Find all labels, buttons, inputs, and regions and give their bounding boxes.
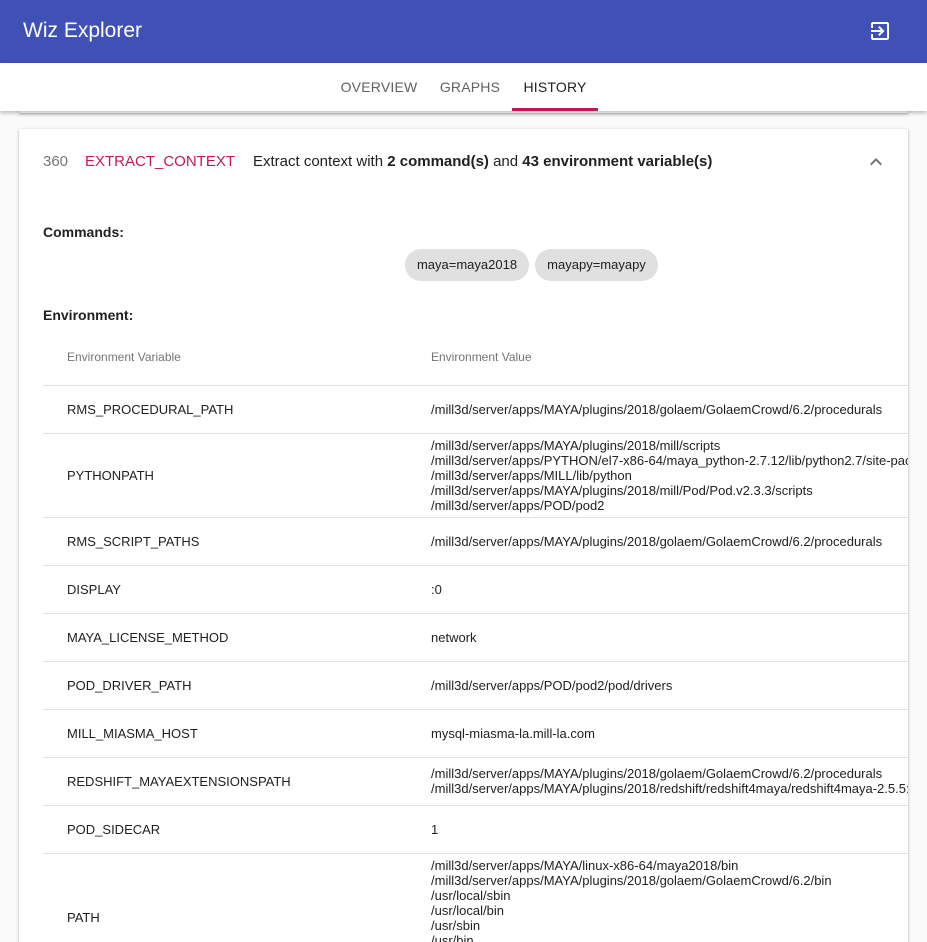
table-row: POD_DRIVER_PATH /mill3d/server/apps/POD/…: [43, 661, 908, 709]
command-count: 2 command(s): [387, 153, 489, 170]
env-variable-value: :0: [431, 582, 442, 597]
env-variable-name: POD_DRIVER_PATH: [67, 678, 192, 693]
step-number: 360: [43, 153, 69, 170]
env-variable-value: /mill3d/server/apps/MAYA/linux-x86-64/ma…: [431, 858, 832, 942]
chevron-up-icon: [870, 158, 882, 166]
env-variable-value: /mill3d/server/apps/MAYA/plugins/2018/mi…: [431, 438, 908, 513]
app-bar: Wiz Explorer: [0, 0, 927, 63]
column-header-variable: Environment Variable: [67, 350, 181, 364]
tab-bar: OVERVIEW GRAPHS HISTORY: [0, 63, 927, 111]
env-variable-value: /mill3d/server/apps/POD/pod2/pod/drivers: [431, 678, 673, 693]
tab-overview[interactable]: OVERVIEW: [329, 63, 429, 111]
history-step-card: 360 EXTRACT_CONTEXT Extract context with…: [19, 129, 908, 942]
env-variable-name: PYTHONPATH: [67, 468, 154, 483]
env-variable-name: MAYA_LICENSE_METHOD: [67, 630, 229, 645]
table-row: RMS_SCRIPT_PATHS /mill3d/server/apps/MAY…: [43, 517, 908, 565]
commands-label: Commands:: [43, 224, 124, 240]
table-row: MILL_MIASMA_HOST mysql-miasma-la.mill-la…: [43, 709, 908, 757]
env-variable-name: RMS_PROCEDURAL_PATH: [67, 402, 234, 417]
environment-label: Environment:: [43, 307, 134, 323]
env-count: 43 environment variable(s): [522, 153, 713, 170]
env-variable-name: DISPLAY: [67, 582, 121, 597]
tab-graphs[interactable]: GRAPHS: [427, 63, 513, 111]
table-row: PATH /mill3d/server/apps/MAYA/linux-x86-…: [43, 853, 908, 942]
collapse-button[interactable]: [864, 150, 888, 174]
exit-to-app-icon: [871, 22, 889, 40]
logout-button[interactable]: [864, 15, 896, 47]
env-variable-value: network: [431, 630, 477, 645]
command-chip[interactable]: maya=maya2018: [405, 249, 529, 281]
env-variable-value: mysql-miasma-la.mill-la.com: [431, 726, 595, 741]
step-name: EXTRACT_CONTEXT: [85, 153, 236, 170]
step-description: Extract context with 2 command(s) and 43…: [253, 153, 713, 170]
command-chip[interactable]: mayapy=mayapy: [535, 249, 658, 281]
table-row: REDSHIFT_MAYAEXTENSIONSPATH /mill3d/serv…: [43, 757, 908, 805]
table-row: POD_SIDECAR 1: [43, 805, 908, 853]
active-tab-indicator: [512, 108, 598, 111]
app-title: Wiz Explorer: [23, 19, 143, 42]
table-row: MAYA_LICENSE_METHOD network: [43, 613, 908, 661]
env-variable-name: POD_SIDECAR: [67, 822, 161, 837]
env-variable-value: /mill3d/server/apps/MAYA/plugins/2018/go…: [431, 534, 883, 549]
env-variable-name: MILL_MIASMA_HOST: [67, 726, 198, 741]
env-variable-value: /mill3d/server/apps/MAYA/plugins/2018/go…: [431, 766, 908, 796]
column-header-value: Environment Value: [431, 350, 532, 364]
table-row: DISPLAY :0: [43, 565, 908, 613]
tab-history[interactable]: HISTORY: [512, 63, 598, 111]
table-row: RMS_PROCEDURAL_PATH /mill3d/server/apps/…: [43, 385, 908, 433]
env-variable-name: PATH: [67, 910, 100, 925]
env-variable-name: REDSHIFT_MAYAEXTENSIONSPATH: [67, 774, 291, 789]
table-row: PYTHONPATH /mill3d/server/apps/MAYA/plug…: [43, 433, 908, 517]
env-variable-name: RMS_SCRIPT_PATHS: [67, 534, 200, 549]
env-variable-value: /mill3d/server/apps/MAYA/plugins/2018/go…: [431, 402, 883, 417]
env-variable-value: 1: [431, 822, 439, 837]
